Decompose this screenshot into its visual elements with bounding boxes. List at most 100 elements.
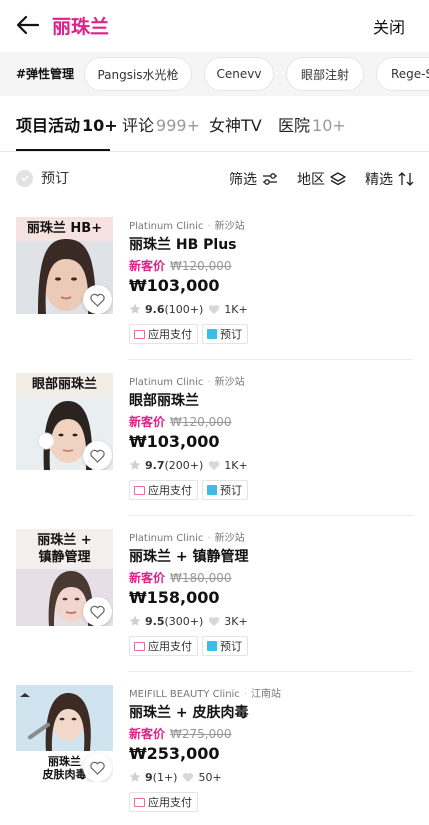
product-card[interactable]: 丽珠兰 皮肤肉毒 MEIFILL BEAUTY Clinic · 江南站 丽珠兰 +…	[16, 685, 413, 825]
tab-label: 医院	[278, 116, 311, 135]
check-icon	[16, 169, 33, 187]
heart-icon	[209, 616, 220, 626]
product-card[interactable]: 丽珠兰 HB+ Platinum Clinic · 新沙站 丽珠兰 HB Plus …	[16, 217, 413, 357]
clinic-name: Platinum Clinic	[129, 221, 204, 232]
product-image[interactable]: 丽珠兰 HB+	[16, 217, 113, 314]
product-card[interactable]: 丽珠兰 + 镇静管理 Platinum Clinic · 新沙站 丽珠兰 + 镇静管…	[16, 529, 413, 669]
badge-label: 预订	[220, 640, 242, 653]
card-icon	[134, 797, 145, 807]
tag-bar: #弹性管理 Pangsis水光枪 Cenevv 眼部注射 Rege-S	[0, 52, 429, 96]
tab-label: 评论	[122, 116, 155, 135]
content-tabs: 项目活动 10+ 评论 999+ 女神TV 医院 10+	[0, 96, 429, 152]
heart-icon	[183, 772, 194, 782]
price-line: 新客价 ₩275,000	[129, 725, 409, 742]
close-button[interactable]: 关闭	[373, 14, 405, 38]
badge-row: 应用支付 预订	[129, 636, 409, 656]
rating: 9.6	[145, 302, 165, 316]
image-caption: 丽珠兰 + 镇静管理	[37, 533, 92, 565]
filter-bar: 预订 筛选 地区 精选	[0, 152, 429, 204]
price-line: 新客价 ₩120,000	[129, 413, 409, 430]
badge-row: 应用支付 预订	[129, 324, 409, 344]
original-price: ₩120,000	[170, 259, 232, 273]
filter-button[interactable]: 筛选	[229, 169, 278, 189]
app-payment-badge: 应用支付	[129, 480, 198, 500]
tag-active-label[interactable]: #弹性管理	[16, 65, 74, 82]
sort-arrows-icon	[398, 172, 414, 186]
image-caption: 眼部丽珠兰	[31, 377, 97, 392]
heart-icon	[90, 605, 105, 619]
tab-reviews[interactable]: 评论 999+	[122, 112, 200, 136]
review-count: (200+)	[164, 458, 204, 472]
clinic-line: Platinum Clinic · 新沙站	[129, 221, 245, 232]
clinic-name: Platinum Clinic	[129, 377, 204, 388]
arrow-left-icon[interactable]	[14, 11, 42, 39]
favorite-button[interactable]	[83, 597, 112, 626]
price-line: 新客价 ₩180,000	[129, 569, 409, 586]
new-customer-label: 新客价	[129, 727, 166, 741]
sort-label: 精选	[365, 172, 393, 188]
clinic-name: MEIFILL BEAUTY Clinic	[129, 689, 240, 700]
product-name[interactable]: 眼部丽珠兰	[129, 390, 409, 410]
like-count: 50+	[198, 770, 222, 784]
heart-icon	[90, 449, 105, 463]
stats-line: 9.5 (300+) 3K+	[129, 612, 409, 630]
price-line: 新客价 ₩120,000	[129, 257, 409, 274]
product-name[interactable]: 丽珠兰 HB Plus	[129, 234, 409, 254]
product-image[interactable]: 眼部丽珠兰	[16, 373, 113, 470]
check-icon	[207, 485, 217, 495]
card-icon	[134, 485, 145, 495]
star-icon	[129, 459, 141, 470]
reserve-checkbox[interactable]: 预订	[16, 168, 69, 188]
price: ₩253,000	[129, 744, 220, 763]
rating: 9.7	[145, 458, 165, 472]
heart-icon	[90, 761, 105, 775]
clinic-name: Platinum Clinic	[129, 533, 204, 544]
divider	[128, 359, 413, 360]
tab-active-indicator	[16, 149, 110, 151]
reserve-label: 预订	[41, 171, 69, 187]
chip-pangsis[interactable]: Pangsis水光枪	[84, 57, 192, 91]
badge-label: 预订	[220, 328, 242, 341]
region-button[interactable]: 地区	[297, 169, 346, 189]
price: ₩158,000	[129, 588, 220, 607]
chip-cenevv[interactable]: Cenevv	[204, 57, 274, 91]
product-info: Platinum Clinic · 新沙站 丽珠兰 + 镇静管理 新客价 ₩180,0…	[129, 529, 409, 656]
tab-hospitals[interactable]: 医院 10+	[278, 112, 346, 136]
station-name: 新沙站	[214, 377, 245, 388]
tab-count: 999+	[156, 116, 200, 135]
original-price: ₩180,000	[170, 571, 232, 585]
divider	[128, 515, 413, 516]
chip-rege-s[interactable]: Rege-S	[376, 57, 429, 91]
product-card[interactable]: 眼部丽珠兰 Platinum Clinic · 新沙站 眼部丽珠兰 新客价 ₩120,…	[16, 373, 413, 513]
tab-goddess-tv[interactable]: 女神TV	[209, 112, 262, 136]
favorite-button[interactable]	[83, 753, 112, 782]
product-image[interactable]: 丽珠兰 + 镇静管理	[16, 529, 113, 626]
product-name[interactable]: 丽珠兰 + 镇静管理	[129, 546, 409, 566]
rating: 9	[145, 770, 153, 784]
badge-row: 应用支付 预订	[129, 480, 409, 500]
region-label: 地区	[297, 172, 325, 188]
review-count: (100+)	[164, 302, 204, 316]
review-count: (1+)	[152, 770, 178, 784]
badge-label: 应用支付	[148, 328, 192, 341]
clinic-line: Platinum Clinic · 新沙站	[129, 377, 245, 388]
favorite-button[interactable]	[83, 441, 112, 470]
star-icon	[129, 771, 141, 782]
station-name: 江南站	[251, 689, 281, 700]
badge-label: 应用支付	[148, 796, 192, 809]
app-payment-badge: 应用支付	[129, 324, 198, 344]
tab-events[interactable]: 项目活动 10+	[16, 112, 118, 136]
app-payment-badge: 应用支付	[129, 636, 198, 656]
product-info: Platinum Clinic · 新沙站 丽珠兰 HB Plus 新客价 ₩120,…	[129, 217, 409, 344]
chip-eye-injection[interactable]: 眼部注射	[286, 57, 364, 91]
filter-label: 筛选	[229, 172, 257, 188]
favorite-button[interactable]	[83, 285, 112, 314]
badge-label: 应用支付	[148, 484, 192, 497]
image-caption: 丽珠兰 HB+	[26, 221, 103, 236]
station-name: 新沙站	[214, 221, 245, 232]
page-title: 丽珠兰	[52, 16, 110, 38]
product-image[interactable]: 丽珠兰 皮肤肉毒	[16, 685, 113, 782]
sort-button[interactable]: 精选	[365, 169, 414, 189]
product-name[interactable]: 丽珠兰 + 皮肤肉毒	[129, 702, 409, 722]
like-count: 3K+	[224, 614, 248, 628]
